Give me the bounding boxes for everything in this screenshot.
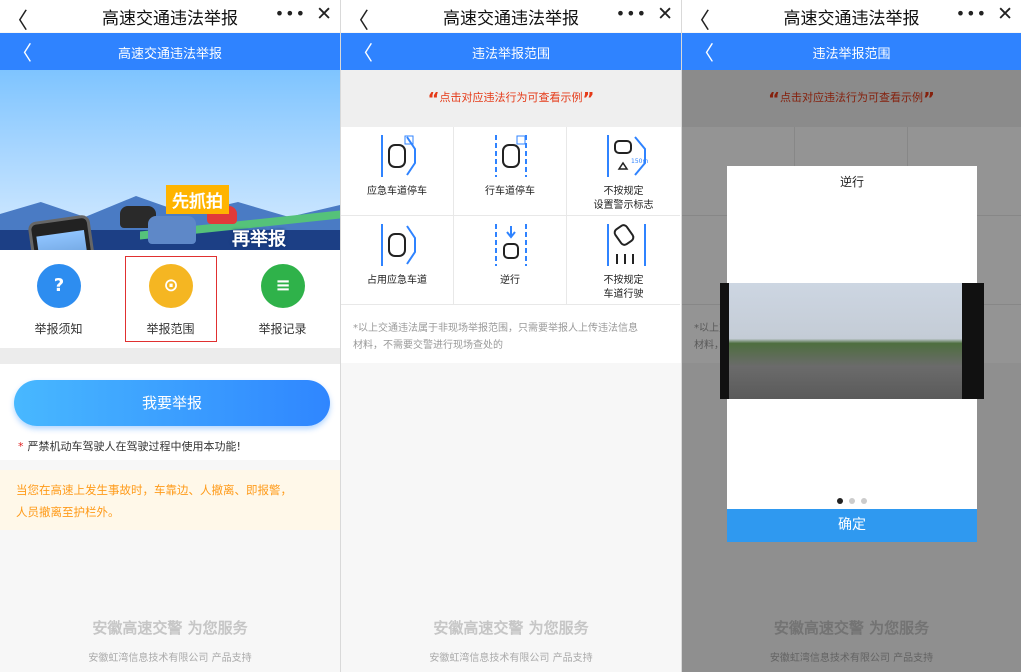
home-screen: 〈 高速交通违法举报 ••• ✕ 〈 高速交通违法举报 先抓拍 再举报 ? 举报… <box>0 0 340 672</box>
violation-grid: 应急车道停车 行车道停车 150m 不按规定 设置警示标志 占用应急车道 逆行 不… <box>341 127 681 305</box>
more-options-icon[interactable]: ••• <box>616 4 647 23</box>
scope-screen: 〈 高速交通违法举报 ••• ✕ 〈 违法举报范围 “点击对应违法行为可查看示例… <box>341 0 681 672</box>
distance-label: 150m <box>631 158 648 165</box>
violation-label: 不按规定 车道行驶 <box>603 275 644 300</box>
example-modal: 逆行 确定 <box>720 166 984 542</box>
violation-item-lane-parking[interactable]: 行车道停车 <box>454 127 567 216</box>
modal-title: 逆行 <box>839 175 864 189</box>
carousel-dot[interactable] <box>837 498 843 504</box>
menu-label: 举报记录 <box>258 322 307 336</box>
violation-item-warning-sign[interactable]: 150m 不按规定 设置警示标志 <box>567 127 680 216</box>
lane-parking-icon <box>495 135 527 177</box>
menu-item-report-notice[interactable]: ? 举报须知 <box>2 250 115 348</box>
accident-tip: 当您在高速上发生事故时，车靠边、人撤离、即报警， 人员撤离至护栏外。 <box>0 470 340 530</box>
menu-label: 举报须知 <box>34 322 83 336</box>
app-header: 〈 违法举报范围 <box>341 33 681 70</box>
note-line: *以上交通违法属于非现场举报范围，只需要举报人上传违法信息 <box>353 323 638 334</box>
warning-sign-icon: 150m <box>607 135 648 177</box>
section-divider <box>0 348 340 364</box>
violation-item-occupy-emergency-lane[interactable]: 占用应急车道 <box>341 216 454 305</box>
close-icon[interactable]: ✕ <box>997 3 1013 25</box>
page-title: 违法举报范围 <box>812 47 891 62</box>
required-asterisk: * <box>18 440 24 453</box>
banner-slogan-report: 再举报 <box>232 229 286 250</box>
footer-slogan: 安徽高速交警 为您服务 <box>433 619 589 637</box>
footer-slogan: 安徽高速交警 为您服务 <box>92 619 248 637</box>
violation-label: 不按规定 设置警示标志 <box>593 186 654 211</box>
violation-label: 应急车道停车 <box>367 186 427 197</box>
hint-banner: “点击对应违法行为可查看示例” <box>341 70 681 127</box>
carousel-dot[interactable] <box>861 498 867 504</box>
violation-label: 行车道停车 <box>485 186 535 197</box>
occupy-emergency-lane-icon <box>381 224 416 266</box>
document-icon: ≡ <box>261 264 305 308</box>
app-header: 〈 高速交通违法举报 <box>0 33 340 70</box>
scope-note: *以上交通违法属于非现场举报范围，只需要举报人上传违法信息 材料，不需要交警进行… <box>341 305 681 363</box>
promo-banner: 先抓拍 再举报 <box>0 70 340 250</box>
example-modal-screen: 〈 高速交通违法举报 ••• ✕ 〈 违法举报范围 “点击对应违法行为可查看示例… <box>682 0 1021 672</box>
confirm-button[interactable]: 确定 <box>727 509 977 542</box>
note-line: 材料，不需要交警进行现场查处的 <box>353 340 503 351</box>
banner-slogan-capture: 先抓拍 <box>166 185 229 214</box>
car-illustration <box>148 216 196 244</box>
warning-text: 严禁机动车驾驶人在驾驶过程中使用本功能! <box>27 440 241 453</box>
app-header: 〈 违法举报范围 <box>682 33 1021 70</box>
more-options-icon[interactable]: ••• <box>956 4 987 23</box>
footer-credit: 安徽虹湾信息技术有限公司 产品支持 <box>429 653 593 664</box>
lane-violation-icon <box>607 224 646 266</box>
hint-text: 点击对应违法行为可查看示例 <box>439 91 583 104</box>
quote-close: ” <box>582 89 595 110</box>
menu-item-report-history[interactable]: ≡ 举报记录 <box>226 250 339 348</box>
violation-label: 逆行 <box>500 275 520 286</box>
violation-item-emergency-lane-parking[interactable]: 应急车道停车 <box>341 127 454 216</box>
emergency-lane-parking-icon <box>381 135 416 177</box>
tip-line: 人员撤离至护栏外。 <box>16 505 120 519</box>
highlight-box <box>125 256 217 342</box>
close-icon[interactable]: ✕ <box>316 3 332 25</box>
violation-item-wrong-way[interactable]: 逆行 <box>454 216 567 305</box>
violation-label: 占用应急车道 <box>367 275 427 286</box>
carousel-indicator <box>727 489 977 508</box>
driving-warning: * 严禁机动车驾驶人在驾驶过程中使用本功能! <box>18 438 241 454</box>
wechat-title-bar: 〈 高速交通违法举报 ••• ✕ <box>0 0 340 34</box>
footer-credit: 安徽虹湾信息技术有限公司 产品支持 <box>88 653 252 664</box>
report-button[interactable]: 我要举报 <box>14 380 330 426</box>
wechat-title-bar: 〈 高速交通违法举报 ••• ✕ <box>341 0 681 34</box>
more-options-icon[interactable]: ••• <box>275 4 306 23</box>
example-photo[interactable] <box>720 283 984 399</box>
wrong-way-icon <box>495 224 527 266</box>
carousel-dot[interactable] <box>849 498 855 504</box>
close-icon[interactable]: ✕ <box>657 3 673 25</box>
quote-open: “ <box>427 89 440 110</box>
violation-item-lane-violation[interactable]: 不按规定 车道行驶 <box>567 216 680 305</box>
page-title: 高速交通违法举报 <box>117 47 222 62</box>
question-icon: ? <box>37 264 81 308</box>
page-title: 违法举报范围 <box>471 47 550 62</box>
wechat-title-bar: 〈 高速交通违法举报 ••• ✕ <box>682 0 1021 34</box>
dashcam-image <box>729 283 962 399</box>
tip-line: 当您在高速上发生事故时，车靠边、人撤离、即报警， <box>16 483 292 497</box>
